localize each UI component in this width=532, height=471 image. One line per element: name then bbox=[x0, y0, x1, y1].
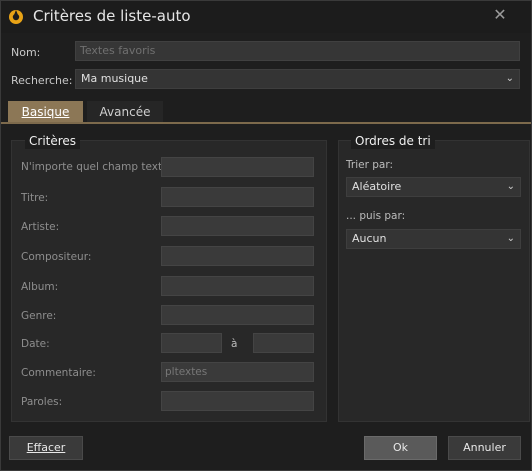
composer-input[interactable] bbox=[161, 246, 314, 266]
field-label-date: Date: bbox=[21, 338, 50, 350]
artist-input[interactable] bbox=[161, 216, 314, 236]
album-input[interactable] bbox=[161, 276, 314, 296]
tab-basique-label: Basique bbox=[21, 105, 70, 119]
ok-button[interactable]: Ok bbox=[364, 436, 437, 460]
name-label: Nom: bbox=[11, 46, 41, 59]
sort-by-label: Trier par: bbox=[346, 159, 393, 171]
cancel-button[interactable]: Annuler bbox=[448, 436, 521, 460]
tab-avancee-label: Avancée bbox=[99, 105, 151, 119]
field-label-title: Titre: bbox=[21, 192, 49, 204]
then-by-value: Aucun bbox=[352, 232, 387, 245]
search-select[interactable]: Ma musique ⌄ bbox=[75, 69, 520, 89]
title-input[interactable] bbox=[161, 187, 314, 207]
tab-basique[interactable]: Basique bbox=[8, 101, 83, 123]
sort-title: Ordres de tri bbox=[351, 133, 435, 149]
date-from-input[interactable] bbox=[161, 333, 222, 353]
tab-avancee[interactable]: Avancée bbox=[87, 101, 163, 123]
then-by-select[interactable]: Aucun ⌄ bbox=[346, 229, 521, 249]
field-label-genre: Genre: bbox=[21, 310, 57, 322]
search-label: Recherche: bbox=[11, 74, 73, 87]
field-label-any: N'importe quel champ texte: bbox=[21, 161, 173, 173]
field-label-artist: Artiste: bbox=[21, 221, 60, 233]
app-logo-icon bbox=[9, 10, 23, 24]
field-label-composer: Compositeur: bbox=[21, 251, 92, 263]
field-label-album: Album: bbox=[21, 281, 59, 293]
clear-button-label: Effacer bbox=[26, 441, 66, 454]
field-label-comment: Commentaire: bbox=[21, 367, 96, 379]
window-title: Critères de liste-auto bbox=[33, 7, 191, 25]
close-icon[interactable]: ✕ bbox=[490, 4, 510, 26]
name-field[interactable]: Textes favoris bbox=[75, 41, 520, 61]
date-to-label: à bbox=[231, 338, 238, 350]
search-select-value: Ma musique bbox=[81, 72, 148, 85]
chevron-down-icon: ⌄ bbox=[506, 233, 515, 244]
field-label-lyrics: Paroles: bbox=[21, 396, 63, 408]
tab-underline bbox=[1, 122, 531, 124]
dialog-window: Critères de liste-auto ✕ Nom: Textes fav… bbox=[0, 0, 532, 471]
then-by-label: ... puis par: bbox=[346, 210, 406, 222]
genre-input[interactable] bbox=[161, 305, 314, 325]
sort-by-select[interactable]: Aléatoire ⌄ bbox=[346, 177, 521, 197]
any-text-input[interactable] bbox=[161, 157, 314, 177]
chevron-down-icon: ⌄ bbox=[505, 73, 514, 84]
comment-input[interactable]: pltextes bbox=[161, 362, 314, 382]
criteria-title: Critères bbox=[25, 133, 81, 149]
title-bar: Critères de liste-auto ✕ bbox=[1, 1, 531, 33]
sort-by-value: Aléatoire bbox=[352, 180, 402, 193]
lyrics-input[interactable] bbox=[161, 391, 314, 411]
clear-button[interactable]: Effacer bbox=[9, 436, 83, 460]
date-to-input[interactable] bbox=[253, 333, 314, 353]
chevron-down-icon: ⌄ bbox=[506, 181, 515, 192]
